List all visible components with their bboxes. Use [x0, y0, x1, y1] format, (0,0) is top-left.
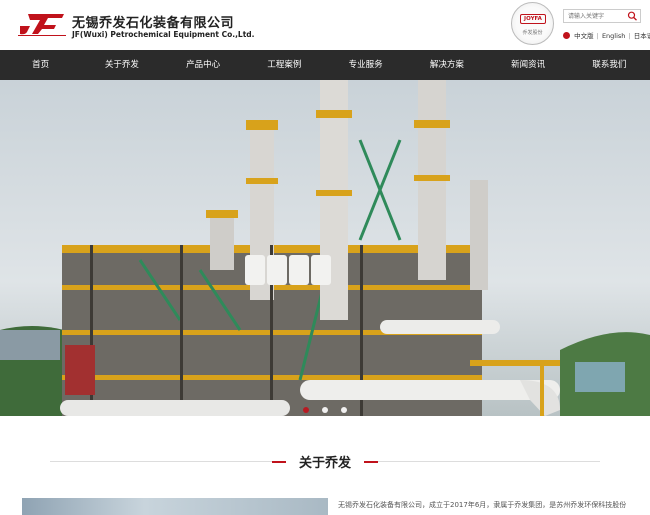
- accent-bar-right: [364, 461, 378, 463]
- nav-item-projects[interactable]: 工程案例: [244, 50, 325, 80]
- jf-logo-icon[interactable]: [18, 12, 66, 36]
- slide-dot-3[interactable]: [341, 407, 348, 413]
- search-box: [563, 9, 641, 23]
- nav-item-home[interactable]: 首页: [0, 50, 81, 80]
- about-section-title: 关于乔发: [298, 456, 351, 471]
- nav-item-solutions[interactable]: 解决方案: [406, 50, 487, 80]
- nav-item-contact[interactable]: 联系我们: [569, 50, 650, 80]
- lang-separator: |: [596, 32, 599, 40]
- nav-item-services[interactable]: 专业服务: [325, 50, 406, 80]
- lang-separator: |: [628, 32, 631, 40]
- hero-banner[interactable]: [0, 80, 650, 416]
- nav-item-news[interactable]: 新闻资讯: [488, 50, 569, 80]
- nav-item-about[interactable]: 关于乔发: [81, 50, 162, 80]
- joyfa-logo-icon: JOYFA: [520, 14, 546, 24]
- lang-chinese[interactable]: 中文版: [574, 32, 594, 40]
- seal-caption: 乔发股份: [522, 30, 543, 36]
- globe-icon: [563, 32, 570, 39]
- lang-english[interactable]: English: [602, 32, 625, 40]
- about-image: [22, 498, 328, 515]
- slide-dot-1[interactable]: [302, 407, 309, 413]
- refinery-illustration: [0, 80, 650, 416]
- nav-item-products[interactable]: 产品中心: [163, 50, 244, 80]
- about-intro-text: 无锡乔发石化装备有限公司，成立于2017年6月，隶属于乔发集团，是苏州乔发环保科…: [338, 501, 627, 509]
- slide-indicators: [0, 398, 650, 417]
- divider-left: [50, 461, 272, 462]
- search-icon[interactable]: [627, 11, 638, 21]
- accent-bar-left: [272, 461, 286, 463]
- divider-right: [378, 461, 600, 462]
- group-seal[interactable]: JOYFA 乔发股份: [511, 2, 554, 45]
- main-nav: 首页 关于乔发 产品中心 工程案例 专业服务 解决方案 新闻资讯 联系我们: [0, 50, 650, 80]
- about-heading-row: 关于乔发: [50, 452, 600, 472]
- language-switcher: 中文版 | English | 日本语: [563, 30, 650, 40]
- company-name-en: JF(Wuxi) Petrochemical Equipment Co.,Ltd…: [72, 30, 255, 39]
- search-input[interactable]: [564, 10, 626, 22]
- slide-dot-2[interactable]: [322, 407, 328, 413]
- header: 无锡乔发石化装备有限公司 JF(Wuxi) Petrochemical Equi…: [0, 0, 650, 50]
- lang-japanese[interactable]: 日本语: [634, 32, 650, 40]
- company-name-cn: 无锡乔发石化装备有限公司: [72, 16, 235, 31]
